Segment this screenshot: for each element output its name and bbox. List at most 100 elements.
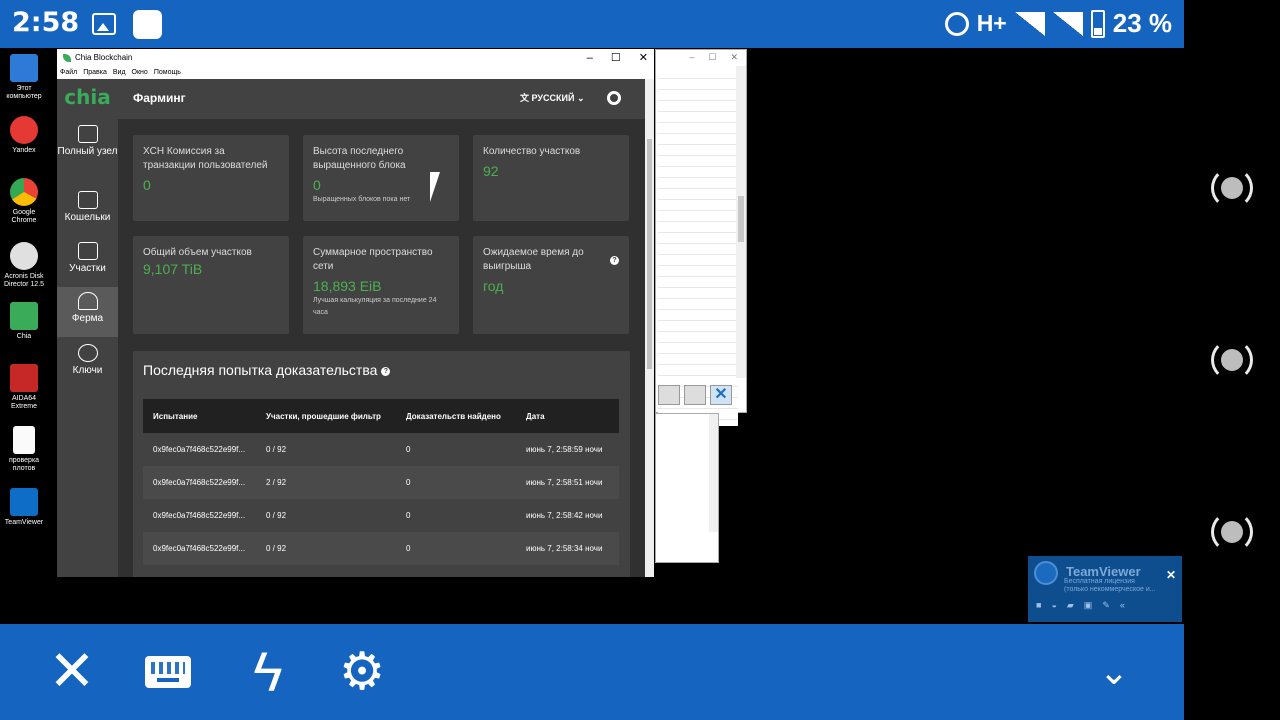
- card-plot-count: Количество участков 92: [473, 135, 629, 221]
- background-window[interactable]: – ☐ ✕ ✕: [655, 49, 747, 426]
- card-network-space: Суммарное пространство сети 18,893 EiB Л…: [303, 236, 459, 334]
- status-right-group: H+ 23 %: [944, 8, 1172, 39]
- proof-table: Испытание Участки, прошедшие фильтр Дока…: [143, 399, 619, 565]
- chia-leaf-icon: [63, 54, 71, 62]
- screen: 2:58 H+ 23 % Этот компьютер Yandex Googl…: [0, 0, 1280, 720]
- mouse-cursor: [430, 172, 440, 202]
- teamviewer-name: TeamViewer: [1066, 564, 1141, 579]
- chia-logo[interactable]: chia: [57, 85, 118, 109]
- menu-edit[interactable]: Правка: [83, 67, 107, 79]
- bg-window-scrollbar[interactable]: [736, 66, 746, 378]
- help-icon[interactable]: ?: [610, 256, 619, 265]
- desktop-icon-acronis[interactable]: Acronis Disk Director 12.5: [2, 242, 46, 289]
- status-time: 2:58: [12, 7, 80, 38]
- close-session-button[interactable]: ✕: [46, 644, 98, 700]
- network-type: H+: [976, 10, 1007, 36]
- menu-file[interactable]: Файл: [60, 67, 77, 79]
- home-icon: [77, 125, 98, 143]
- desktop-icon-yandex[interactable]: Yandex: [2, 116, 46, 155]
- chia-window: Chia Blockchain – ☐ ✕ Файл Правка Вид Ок…: [57, 49, 654, 577]
- teamviewer-close-button[interactable]: ✕: [1166, 568, 1176, 582]
- desktop-icon-chia[interactable]: Chia: [2, 302, 46, 341]
- right-mouse-button-icon[interactable]: [1211, 511, 1253, 553]
- left-mouse-button-icon[interactable]: [1211, 167, 1253, 209]
- teamviewer-license-note: (только некоммерческое и...: [1064, 586, 1156, 593]
- card-total-plot-size: Общий объем участков 9,107 TiB: [133, 236, 289, 334]
- chat-icon[interactable]: ▰: [1067, 600, 1074, 611]
- table-row: 0x9fec0a7f468c522e99f... 0 / 92 0 июнь 7…: [143, 499, 619, 532]
- desktop-icon-teamviewer[interactable]: TeamViewer: [2, 488, 46, 527]
- teamviewer-license: Бесплатная лицензия: [1064, 578, 1135, 585]
- battery-percent: 23 %: [1112, 8, 1172, 38]
- bottom-toolbar: ✕ ϟ ⚙ ⌄: [0, 624, 1184, 720]
- teamviewer-popup[interactable]: TeamViewer Бесплатная лицензия (только н…: [1028, 556, 1182, 622]
- card-expected-time: Ожидаемое время до выигрыша год ?: [473, 236, 629, 334]
- settings-gear-icon[interactable]: ⚙: [336, 646, 388, 698]
- computer-icon: [10, 54, 38, 82]
- menu-help[interactable]: Помощь: [154, 67, 181, 79]
- signal-icon: [1014, 11, 1045, 36]
- bg-window-2-scrollbar[interactable]: [709, 414, 718, 532]
- menu-view[interactable]: Вид: [113, 67, 126, 79]
- video-icon[interactable]: ■: [1036, 600, 1041, 611]
- desktop-icon-chrome[interactable]: Google Chrome: [2, 178, 46, 225]
- sidebar-item-farm[interactable]: Ферма: [57, 287, 118, 337]
- collapse-icon[interactable]: «: [1120, 600, 1125, 611]
- minimize-button[interactable]: –: [587, 49, 593, 67]
- flash-icon[interactable]: ϟ: [242, 644, 294, 700]
- sidebar-item-plots[interactable]: Участки: [57, 240, 118, 284]
- background-window-2[interactable]: [655, 413, 719, 563]
- middle-mouse-button-icon[interactable]: [1211, 339, 1253, 381]
- lifebuoy-icon: [77, 344, 98, 362]
- menu-bar: Файл Правка Вид Окно Помощь: [57, 67, 654, 79]
- table-row: 0x9fec0a7f468c522e99f... 0 / 92 0 июнь 7…: [143, 532, 619, 565]
- card-fees: XCH Комиссия за транзакции пользователей…: [133, 135, 289, 221]
- chia-app: chia Полный узел Кошельки Участки Ферма: [57, 79, 654, 577]
- table-row: 0x9fec0a7f468c522e99f... 0 / 92 0 июнь 7…: [143, 433, 619, 466]
- sprout-icon: [77, 292, 98, 310]
- keyboard-icon[interactable]: [145, 656, 191, 688]
- sidebar-item-wallets[interactable]: Кошельки: [57, 189, 118, 233]
- refresh-tool-icon[interactable]: [684, 385, 706, 405]
- desktop-icon-computer[interactable]: Этот компьютер: [2, 54, 46, 101]
- headset-icon[interactable]: ◒: [1051, 600, 1056, 611]
- window-controls: – ☐ ✕: [587, 49, 648, 67]
- delete-tool-icon[interactable]: ✕: [710, 385, 732, 405]
- settings-gear-icon[interactable]: [607, 91, 621, 105]
- sidebar-item-full-node[interactable]: Полный узел: [57, 123, 118, 179]
- battery-icon: [1090, 9, 1105, 38]
- app-notification-icon: [133, 10, 162, 39]
- bg-window-controls: – ☐ ✕: [689, 52, 738, 62]
- bg-window-scroll-thumb[interactable]: [738, 196, 744, 242]
- window-title: Chia Blockchain: [75, 53, 133, 62]
- bg-window-toolbar: ✕: [658, 385, 732, 405]
- chevron-down-icon[interactable]: ⌄: [1088, 646, 1140, 698]
- content-scrollbar[interactable]: [645, 79, 654, 577]
- desktop-icon-file[interactable]: проверка плотов: [2, 426, 46, 473]
- content-scroll-thumb[interactable]: [647, 139, 652, 369]
- desktop-icon-aida64[interactable]: AIDA64 Extreme: [2, 364, 46, 411]
- maximize-button[interactable]: ☐: [611, 49, 621, 67]
- wallet-icon: [77, 191, 98, 209]
- teamviewer-icon: [10, 488, 38, 516]
- aida64-icon: [10, 364, 38, 392]
- sidebar: chia Полный узел Кошельки Участки Ферма: [57, 79, 118, 577]
- language-selector[interactable]: 文 РУССКИЙ ⌄: [520, 91, 584, 104]
- window-titlebar: Chia Blockchain – ☐ ✕: [57, 49, 654, 67]
- table-row: 0x9fec0a7f468c522e99f... 2 / 92 0 июнь 7…: [143, 466, 619, 499]
- signal-icon-2: [1052, 11, 1083, 36]
- farm-content: XCH Комиссия за транзакции пользователей…: [118, 119, 645, 577]
- help-icon[interactable]: ?: [381, 366, 391, 376]
- bg-window-content: [658, 68, 738, 426]
- add-tool-icon[interactable]: [658, 385, 680, 405]
- chrome-icon: [10, 178, 38, 206]
- files-icon[interactable]: ▣: [1084, 600, 1093, 611]
- table-header: Испытание Участки, прошедшие фильтр Дока…: [143, 399, 619, 433]
- close-button[interactable]: ✕: [639, 49, 648, 67]
- last-proof-panel: Последняя попытка доказательства? Испыта…: [133, 351, 630, 577]
- yandex-icon: [10, 116, 38, 144]
- android-status-bar: 2:58 H+ 23 %: [0, 0, 1184, 48]
- sidebar-item-keys[interactable]: Ключи: [57, 342, 118, 386]
- brush-icon[interactable]: ✎: [1102, 600, 1110, 611]
- menu-window[interactable]: Окно: [132, 67, 148, 79]
